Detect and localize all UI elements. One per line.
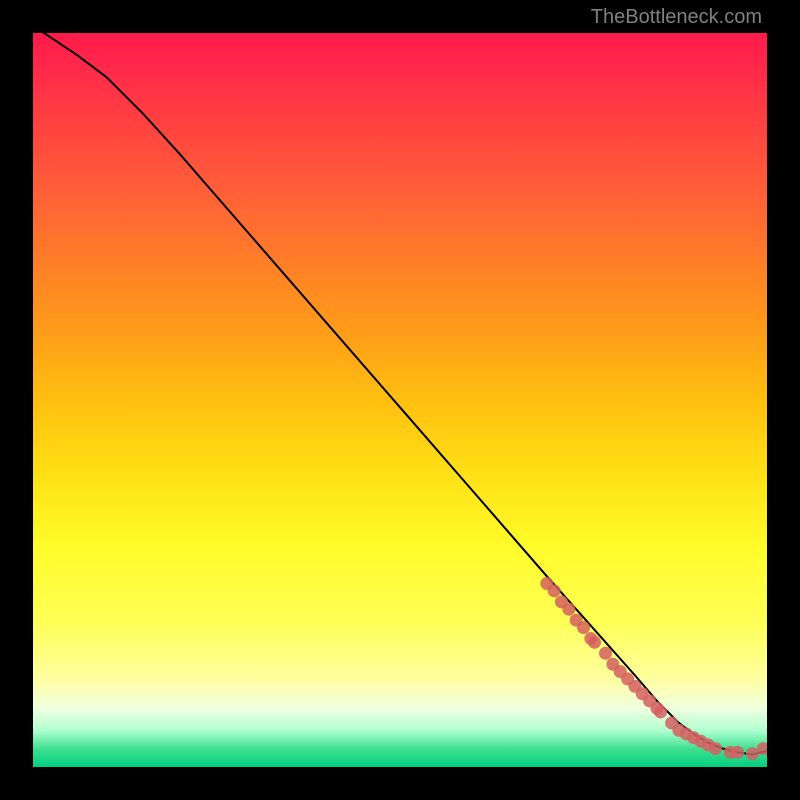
- bottleneck-scatter-points: [540, 577, 767, 760]
- curve-overlay: [33, 33, 767, 767]
- bottleneck-curve-line: [33, 33, 767, 755]
- data-point: [548, 584, 561, 597]
- curve-path: [33, 33, 767, 755]
- data-point: [731, 746, 744, 759]
- data-point: [562, 603, 575, 616]
- data-point: [588, 636, 601, 649]
- data-point: [709, 742, 722, 755]
- data-point: [654, 705, 667, 718]
- watermark-text: TheBottleneck.com: [591, 6, 762, 29]
- chart-container: TheBottleneck.com: [0, 0, 800, 800]
- data-point: [599, 647, 612, 660]
- data-point: [577, 621, 590, 634]
- plot-area: [33, 33, 767, 767]
